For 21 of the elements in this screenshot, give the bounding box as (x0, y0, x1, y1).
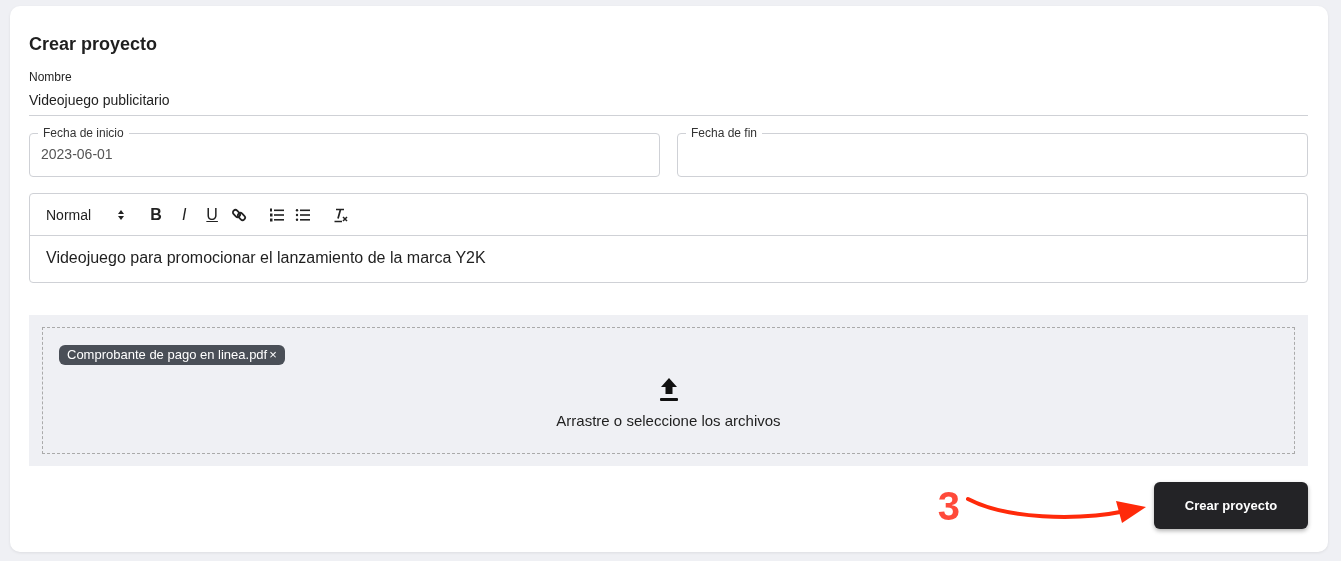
numbered-list-icon[interactable] (269, 206, 286, 223)
link-icon[interactable] (231, 206, 248, 223)
editor-text[interactable]: Videojuego para promocionar el lanzamiento de la marca Y2K (30, 236, 1307, 282)
create-project-button[interactable]: Crear proyecto (1154, 482, 1308, 529)
upload-icon (658, 377, 679, 403)
name-field[interactable]: Nombre Videojuego publicitario (29, 69, 1308, 116)
remove-file-button[interactable]: × (269, 346, 277, 364)
clear-format-icon[interactable] (333, 206, 350, 223)
bold-button[interactable]: B (147, 205, 166, 224)
date-field[interactable]: Fecha de fin (677, 126, 1308, 177)
file-dropzone[interactable]: Comprobante de pago en linea.pdf× Arrastre o seleccione los archivos (29, 315, 1308, 466)
underline-button[interactable]: U (203, 205, 222, 224)
dropzone-prompt: Arrastre o seleccione los archivos (556, 412, 781, 429)
italic-button[interactable]: I (175, 205, 194, 224)
sort-arrows-icon (117, 208, 126, 221)
date-field[interactable]: Fecha de inicio 2023-06-01 (29, 126, 660, 177)
step-number: 3 (937, 485, 960, 526)
format-select[interactable]: Normal (46, 206, 126, 223)
form-title: Crear proyecto (29, 33, 159, 56)
file-chip: Comprobante de pago en linea.pdf× (59, 345, 285, 365)
bullet-list-icon[interactable] (295, 206, 312, 223)
